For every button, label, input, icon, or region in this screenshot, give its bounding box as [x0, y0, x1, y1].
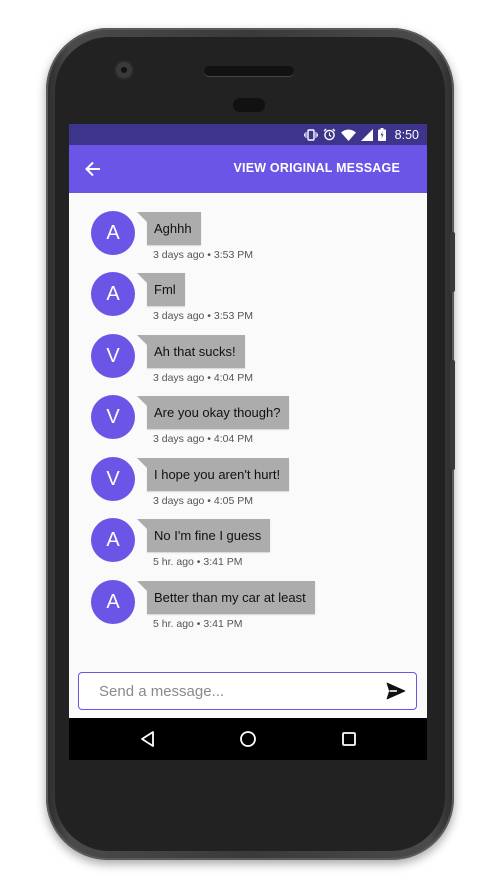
avatar[interactable]: A — [91, 272, 135, 316]
message-bubble: Aghhh — [137, 212, 201, 245]
message-item: A No I'm fine I guess 5 hr. ago • 3:41 P… — [91, 518, 411, 574]
avatar[interactable]: A — [91, 211, 135, 255]
home-circle-icon[interactable] — [238, 729, 258, 749]
avatar[interactable]: V — [91, 457, 135, 501]
message-timestamp: 3 days ago • 4:05 PM — [153, 495, 253, 507]
message-timestamp: 5 hr. ago • 3:41 PM — [153, 556, 243, 568]
earpiece-speaker — [204, 66, 294, 76]
avatar[interactable]: V — [91, 334, 135, 378]
avatar[interactable]: A — [91, 580, 135, 624]
message-timestamp: 3 days ago • 4:04 PM — [153, 372, 253, 384]
power-button — [450, 232, 455, 292]
message-timestamp: 3 days ago • 4:04 PM — [153, 433, 253, 445]
message-timestamp: 5 hr. ago • 3:41 PM — [153, 618, 243, 630]
message-item: A Better than my car at least 5 hr. ago … — [91, 580, 411, 636]
message-bubble: Better than my car at least — [137, 581, 315, 614]
message-item: A Fml 3 days ago • 3:53 PM — [91, 272, 411, 328]
system-nav-bar — [69, 718, 427, 760]
vibrate-icon — [303, 128, 318, 141]
arrow-back-icon[interactable] — [83, 159, 103, 179]
battery-icon — [377, 128, 386, 141]
avatar[interactable]: A — [91, 518, 135, 562]
status-bar: 8:50 — [69, 124, 427, 145]
message-composer — [78, 672, 417, 710]
back-triangle-icon[interactable] — [138, 729, 158, 749]
app-screen: 8:50 VIEW ORIGINAL MESSAGE A Aghhh 3 day… — [69, 124, 427, 760]
recents-square-icon[interactable] — [339, 729, 359, 749]
proximity-sensor — [233, 98, 265, 112]
alarm-icon — [323, 128, 336, 141]
message-item: V Ah that sucks! 3 days ago • 4:04 PM — [91, 334, 411, 390]
message-timestamp: 3 days ago • 3:53 PM — [153, 249, 253, 261]
message-item: V Are you okay though? 3 days ago • 4:04… — [91, 395, 411, 451]
status-icons: 8:50 — [303, 127, 419, 142]
wifi-icon — [340, 129, 356, 141]
avatar[interactable]: V — [91, 395, 135, 439]
volume-button — [450, 360, 455, 470]
send-icon[interactable] — [386, 682, 406, 700]
front-camera — [116, 62, 132, 78]
view-original-message-button[interactable]: VIEW ORIGINAL MESSAGE — [234, 161, 401, 175]
message-timestamp: 3 days ago • 3:53 PM — [153, 310, 253, 322]
message-bubble: Ah that sucks! — [137, 335, 245, 368]
message-input[interactable] — [99, 679, 369, 703]
message-bubble: Fml — [137, 273, 185, 306]
signal-icon — [360, 128, 373, 141]
message-item: V I hope you aren't hurt! 3 days ago • 4… — [91, 457, 411, 513]
status-time: 8:50 — [394, 127, 419, 142]
message-bubble: No I'm fine I guess — [136, 519, 271, 552]
app-toolbar: VIEW ORIGINAL MESSAGE — [69, 145, 427, 193]
message-item: A Aghhh 3 days ago • 3:53 PM — [91, 211, 411, 267]
message-bubble: I hope you aren't hurt! — [136, 458, 290, 491]
message-bubble: Are you okay though? — [136, 396, 290, 429]
